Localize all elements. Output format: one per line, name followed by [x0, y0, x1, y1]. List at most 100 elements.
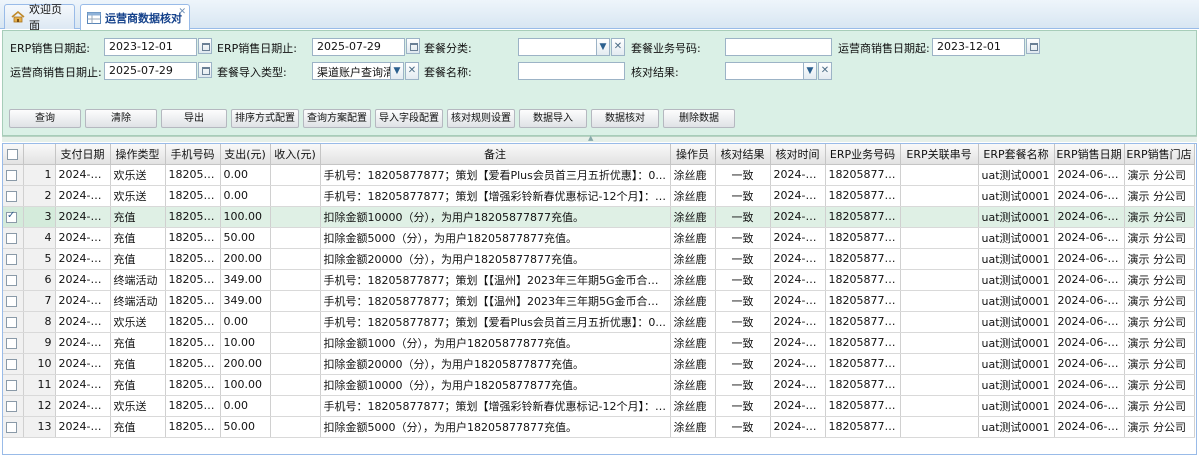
data-check-button[interactable]: 数据核对	[591, 109, 659, 128]
col-header-row-number[interactable]	[23, 144, 56, 165]
col-header-erp-serial[interactable]: ERP关联串号	[900, 144, 979, 165]
table-row[interactable]: 10 2024-0... 充值 182058... 200.00 扣除金额20000（分）…	[3, 353, 1195, 375]
row-checkbox[interactable]	[6, 358, 17, 370]
table-row[interactable]: 8 2024-0... 欢乐送 182058... 0.00 手机号：1820587787…	[3, 311, 1195, 333]
sort-config-button[interactable]: 排序方式配置	[231, 109, 299, 128]
row-checkbox[interactable]	[6, 400, 17, 412]
import-field-config-button[interactable]: 导入字段配置	[375, 109, 443, 128]
col-header-expense[interactable]: 支出(元)	[220, 144, 271, 165]
col-header-op-type[interactable]: 操作类型	[110, 144, 166, 165]
col-header-erp-package[interactable]: ERP套餐名称	[978, 144, 1055, 165]
cell-phone: 182058...	[165, 248, 221, 270]
delete-data-button[interactable]: 删除数据	[663, 109, 735, 128]
row-checkbox[interactable]	[6, 316, 17, 328]
col-header-erp-store[interactable]: ERP销售门店	[1124, 144, 1195, 165]
filter-panel: ERP销售日期起: 2023-12-01 ERP销售日期止: 2025-07-2…	[2, 30, 1197, 136]
table-row[interactable]: 12 2024-0... 欢乐送 182058... 0.00 手机号：182058778…	[3, 395, 1195, 417]
col-header-check-result[interactable]: 核对结果	[715, 144, 771, 165]
col-header-pay-date[interactable]: 支付日期	[55, 144, 111, 165]
row-checkbox[interactable]	[6, 253, 17, 265]
col-header-select-all[interactable]	[3, 144, 24, 165]
row-select-cell[interactable]	[3, 269, 24, 291]
clear-icon[interactable]: ✕	[405, 62, 419, 80]
row-select-cell[interactable]	[3, 185, 24, 207]
table-row[interactable]: 2 2024-0... 欢乐送 182058... 0.00 手机号：1820587787…	[3, 185, 1195, 207]
check-result-select[interactable]	[725, 62, 804, 80]
row-select-cell[interactable]	[3, 374, 24, 396]
calendar-icon[interactable]	[198, 62, 212, 78]
select-all-checkbox[interactable]	[7, 148, 19, 160]
col-header-income[interactable]: 收入(元)	[270, 144, 321, 165]
col-header-remark[interactable]: 备注	[320, 144, 671, 165]
table-row[interactable]: 6 2024-0... 终端活动 182058... 349.00 手机号：1820587…	[3, 269, 1195, 291]
row-checkbox[interactable]	[6, 274, 17, 286]
table-row[interactable]: 9 2024-0... 充值 182058... 10.00 扣除金额1000（分），为用…	[3, 332, 1195, 354]
tab-operator-data-check[interactable]: 运营商数据核对 ✕	[80, 4, 190, 30]
export-button[interactable]: 导出	[161, 109, 227, 128]
row-select-cell[interactable]	[3, 416, 24, 438]
table-row[interactable]: 32024-0...充值182058...100.00扣除金额10000（分），…	[3, 206, 1195, 228]
calendar-icon[interactable]	[406, 38, 420, 54]
panel-splitter[interactable]: ▲	[2, 134, 1197, 142]
close-icon[interactable]: ✕	[178, 7, 186, 17]
table-row[interactable]: 4 2024-0... 充值 182058... 50.00 扣除金额5000（分），为用…	[3, 227, 1195, 249]
row-checkbox[interactable]	[6, 421, 17, 433]
row-select-cell[interactable]	[3, 290, 24, 312]
table-row[interactable]: 5 2024-0... 充值 182058... 200.00 扣除金额20000（分），…	[3, 248, 1195, 270]
package-category-select[interactable]	[518, 38, 597, 56]
op-date-from-input[interactable]: 2023-12-01	[932, 38, 1025, 56]
row-select-cell[interactable]	[3, 164, 24, 186]
data-import-button[interactable]: 数据导入	[519, 109, 587, 128]
chevron-down-icon[interactable]: ▼	[803, 62, 817, 80]
query-plan-config-button[interactable]: 查询方案配置	[303, 109, 371, 128]
grid-icon	[87, 11, 101, 24]
erp-date-from-input[interactable]: 2023-12-01	[104, 38, 197, 56]
table-row[interactable]: 11 2024-0... 充值 182058... 100.00 扣除金额10000（分）…	[3, 374, 1195, 396]
row-checkbox[interactable]	[6, 295, 17, 307]
col-header-operator[interactable]: 操作员	[670, 144, 716, 165]
clear-icon[interactable]: ✕	[611, 38, 625, 56]
row-select-cell[interactable]	[3, 332, 24, 354]
cell-erp-no: 182058778...	[825, 416, 901, 438]
calendar-icon[interactable]	[1026, 38, 1040, 54]
row-checkbox[interactable]	[6, 190, 17, 202]
calendar-icon[interactable]	[198, 38, 212, 54]
erp-date-to-input[interactable]: 2025-07-29	[312, 38, 405, 56]
chevron-down-icon[interactable]: ▼	[390, 62, 404, 80]
row-select-cell[interactable]	[3, 395, 24, 417]
cell-op: 终端活动	[110, 290, 166, 312]
package-biz-no-input[interactable]	[725, 38, 832, 56]
row-select-cell[interactable]	[3, 353, 24, 375]
col-header-phone[interactable]: 手机号码	[165, 144, 221, 165]
row-checkbox[interactable]	[6, 337, 17, 349]
op-date-to-input[interactable]: 2025-07-29	[104, 62, 197, 80]
cell-note: 扣除金额1000（分），为用户18205877877充值。	[320, 332, 671, 354]
row-checkbox[interactable]	[6, 169, 17, 181]
cell-erp-date: 2024-06-12	[1054, 395, 1125, 417]
row-select-cell[interactable]	[3, 206, 24, 228]
import-type-select[interactable]: 渠道账户查询清	[312, 62, 391, 80]
collapse-icon[interactable]: ▲	[588, 134, 593, 142]
col-header-check-time[interactable]: 核对时间	[770, 144, 826, 165]
row-select-cell[interactable]	[3, 311, 24, 333]
chevron-down-icon[interactable]: ▼	[596, 38, 610, 56]
cell-erp-no: 182058778...	[825, 269, 901, 291]
clear-button[interactable]: 清除	[85, 109, 157, 128]
col-header-erp-sale-date[interactable]: ERP销售日期	[1054, 144, 1125, 165]
col-header-erp-biz-no[interactable]: ERP业务号码	[825, 144, 901, 165]
cell-date: 2024-0...	[55, 290, 111, 312]
row-select-cell[interactable]	[3, 227, 24, 249]
row-checkbox[interactable]	[6, 210, 17, 223]
clear-icon[interactable]: ✕	[818, 62, 832, 80]
row-checkbox[interactable]	[6, 379, 17, 391]
tab-welcome[interactable]: 欢迎页面	[4, 3, 75, 32]
row-select-cell[interactable]	[3, 248, 24, 270]
query-button[interactable]: 查询	[9, 109, 81, 128]
table-row[interactable]: 1 2024-0... 欢乐送 182058... 0.00 手机号：1820587787…	[3, 164, 1195, 186]
row-checkbox[interactable]	[6, 232, 17, 244]
check-rule-config-button[interactable]: 核对规则设置	[447, 109, 515, 128]
table-row[interactable]: 13 2024-0... 充值 182058... 50.00 扣除金额5000（分），为…	[3, 416, 1195, 438]
cell-erp-store: 演示 分公司	[1124, 164, 1195, 186]
package-name-input[interactable]	[518, 62, 625, 80]
table-row[interactable]: 7 2024-0... 终端活动 182058... 349.00 手机号：1820587…	[3, 290, 1195, 312]
